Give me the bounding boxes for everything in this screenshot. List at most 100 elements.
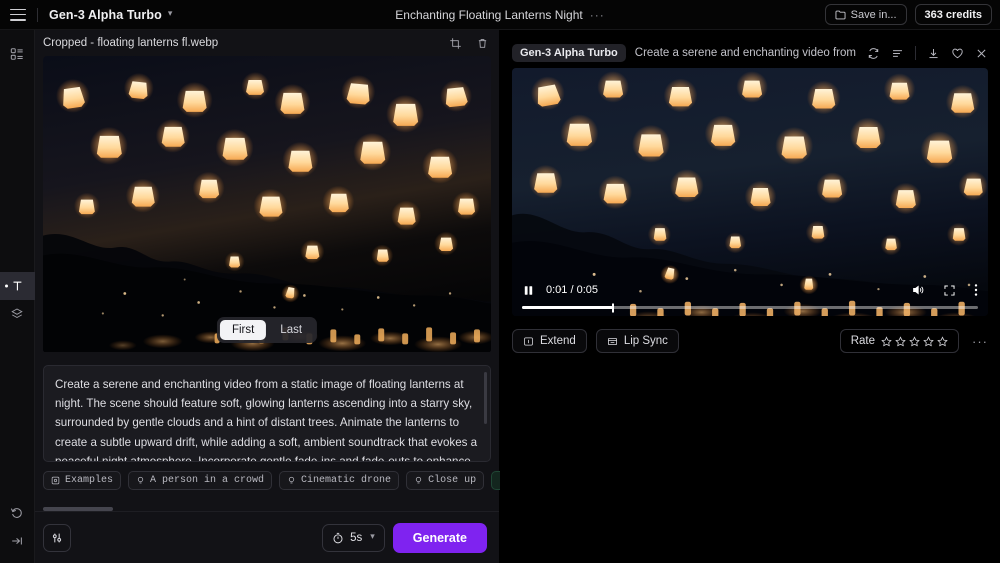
video-controls-right bbox=[911, 283, 978, 297]
video-controls-row: 0:01 / 0:05 bbox=[522, 277, 978, 303]
video-player[interactable]: 0:01 / 0:05 bbox=[512, 68, 988, 316]
page-title[interactable]: Enchanting Floating Lanterns Night bbox=[395, 8, 582, 22]
settings-button[interactable] bbox=[43, 524, 71, 552]
refresh-icon[interactable] bbox=[867, 47, 880, 60]
frame-toggle[interactable]: First Last bbox=[217, 317, 317, 343]
tool-rail bbox=[0, 30, 35, 563]
chip-label: Close up bbox=[428, 475, 476, 486]
credits-badge[interactable]: 363 credits bbox=[915, 4, 992, 25]
pause-icon[interactable] bbox=[522, 284, 535, 297]
chip-cinematic-drone[interactable]: Cinematic drone bbox=[279, 471, 399, 490]
chip-examples[interactable]: Examples bbox=[43, 471, 121, 490]
chip-label: A person in a crowd bbox=[150, 475, 264, 486]
preview-model-badge[interactable]: Gen-3 Alpha Turbo bbox=[512, 44, 626, 62]
divider bbox=[915, 46, 916, 60]
chip-person-in-crowd[interactable]: A person in a crowd bbox=[128, 471, 272, 490]
rail-bottom-group bbox=[0, 499, 35, 563]
divider bbox=[37, 8, 38, 22]
frame-last-button[interactable]: Last bbox=[268, 320, 314, 340]
preview-header: Gen-3 Alpha Turbo Create a serene and en… bbox=[512, 30, 988, 68]
examples-icon bbox=[51, 476, 60, 485]
save-in-label: Save in... bbox=[851, 9, 897, 21]
editor-panel: Cropped - floating lanterns fl.webp bbox=[35, 30, 500, 563]
extend-button[interactable]: Extend bbox=[512, 329, 587, 353]
top-bar-actions: Save in... 363 credits bbox=[825, 4, 992, 25]
suggestion-chips: Examples A person in a crowd Cinematic d… bbox=[35, 462, 499, 490]
generate-button[interactable]: Generate bbox=[393, 523, 487, 553]
prompt-scrollbar[interactable] bbox=[484, 372, 487, 424]
video-progress-knob[interactable] bbox=[612, 303, 614, 312]
preview-actions: Extend Lip Sync Rate bbox=[512, 316, 988, 353]
crop-icon[interactable] bbox=[449, 37, 462, 50]
bulb-icon bbox=[136, 476, 145, 485]
preview-prompt-text: Create a serene and enchanting video fro… bbox=[635, 47, 858, 59]
star-rating[interactable] bbox=[881, 336, 948, 347]
sidebar-item-text[interactable] bbox=[0, 272, 35, 300]
lipsync-icon bbox=[607, 336, 618, 347]
model-name-label: Gen-3 Alpha Turbo bbox=[49, 8, 162, 22]
bulb-icon bbox=[287, 476, 296, 485]
kebab-vertical-icon[interactable] bbox=[974, 283, 978, 297]
rating-control[interactable]: Rate bbox=[840, 329, 959, 353]
lip-sync-label: Lip Sync bbox=[624, 335, 668, 347]
generate-bar: 5s ▾ Generate bbox=[35, 511, 499, 563]
video-time: 0:01 / 0:05 bbox=[546, 284, 598, 296]
asset-header: Cropped - floating lanterns fl.webp bbox=[35, 30, 499, 56]
horizontal-scrollbar[interactable] bbox=[43, 506, 491, 511]
chip-label: Examples bbox=[65, 475, 113, 486]
main-body: Cropped - floating lanterns fl.webp bbox=[0, 30, 1000, 563]
timer-icon bbox=[332, 532, 344, 544]
history-icon[interactable] bbox=[0, 499, 35, 527]
save-in-button[interactable]: Save in... bbox=[825, 4, 907, 25]
chevron-down-icon: ▾ bbox=[370, 531, 375, 542]
source-image[interactable]: First Last bbox=[43, 56, 491, 353]
app-window: Gen-3 Alpha Turbo ▾ Enchanting Floating … bbox=[0, 0, 1000, 563]
video-progress-bar[interactable] bbox=[522, 306, 978, 309]
star-icon-4[interactable] bbox=[923, 336, 934, 347]
extend-icon bbox=[523, 336, 534, 347]
folder-icon bbox=[835, 10, 846, 20]
asset-filename: Cropped - floating lanterns fl.webp bbox=[43, 37, 218, 49]
trash-icon[interactable] bbox=[476, 37, 489, 50]
bulb-icon bbox=[414, 476, 423, 485]
asset-actions bbox=[449, 37, 489, 50]
lip-sync-button[interactable]: Lip Sync bbox=[596, 329, 679, 353]
star-icon-5[interactable] bbox=[937, 336, 948, 347]
sidebar-item-layers[interactable] bbox=[0, 300, 35, 328]
preview-header-actions bbox=[867, 46, 988, 60]
extend-label: Extend bbox=[540, 335, 576, 347]
lantern-scene-image bbox=[43, 56, 491, 352]
download-icon[interactable] bbox=[927, 47, 940, 60]
duration-value: 5s bbox=[350, 532, 362, 544]
chip-close-up[interactable]: Close up bbox=[406, 471, 484, 490]
scrollbar-thumb[interactable] bbox=[43, 507, 113, 511]
star-icon-1[interactable] bbox=[881, 336, 892, 347]
model-selector[interactable]: Gen-3 Alpha Turbo ▾ bbox=[49, 8, 172, 22]
generate-label: Generate bbox=[413, 531, 467, 545]
document-menu-icon[interactable]: ··· bbox=[590, 8, 605, 22]
preview-panel: Gen-3 Alpha Turbo Create a serene and en… bbox=[500, 30, 1000, 563]
chevron-down-icon: ▾ bbox=[168, 8, 173, 19]
heart-icon[interactable] bbox=[951, 47, 964, 60]
chip-label: Cinematic drone bbox=[301, 475, 391, 486]
more-options-icon[interactable]: ··· bbox=[968, 334, 988, 349]
star-icon-3[interactable] bbox=[909, 336, 920, 347]
frame-first-button[interactable]: First bbox=[220, 320, 266, 340]
editor-footer: 5s ▾ Generate bbox=[35, 506, 499, 563]
credits-label: 363 credits bbox=[925, 9, 982, 21]
list-lines-icon[interactable] bbox=[891, 47, 904, 60]
top-bar: Gen-3 Alpha Turbo ▾ Enchanting Floating … bbox=[0, 0, 1000, 30]
volume-icon[interactable] bbox=[911, 283, 925, 297]
video-controls: 0:01 / 0:05 bbox=[512, 277, 988, 316]
hamburger-icon[interactable] bbox=[10, 9, 26, 21]
close-icon[interactable] bbox=[975, 47, 988, 60]
prompt-input[interactable]: Create a serene and enchanting video fro… bbox=[43, 365, 491, 462]
fullscreen-icon[interactable] bbox=[943, 284, 956, 297]
prompt-text: Create a serene and enchanting video fro… bbox=[55, 375, 479, 462]
sidebar-item-assets[interactable] bbox=[0, 40, 35, 68]
duration-selector[interactable]: 5s ▾ bbox=[322, 524, 385, 552]
video-progress-fill bbox=[522, 306, 613, 309]
star-icon-2[interactable] bbox=[895, 336, 906, 347]
collapse-right-icon[interactable] bbox=[0, 527, 35, 555]
rate-label: Rate bbox=[851, 335, 875, 347]
